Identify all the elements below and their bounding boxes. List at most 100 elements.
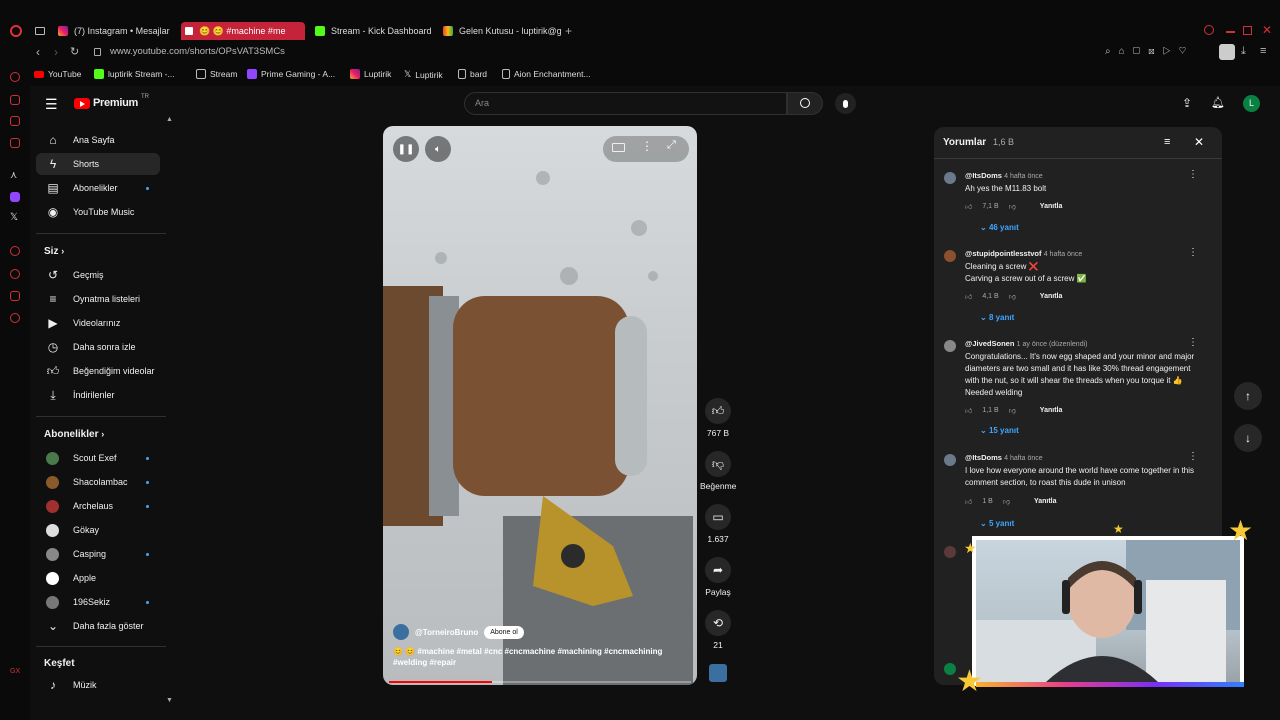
more-options-icon[interactable]: ⋮: [641, 139, 653, 153]
comment-more-icon[interactable]: ⋮: [1188, 169, 1198, 180]
sidebar-sub-scout-exef[interactable]: Scout Exef: [36, 447, 160, 469]
bag-icon[interactable]: [10, 95, 20, 105]
reply-button[interactable]: Yanıtla: [1040, 293, 1063, 300]
bookmark-luptirik-x[interactable]: 𝕏 Luptirik: [404, 69, 443, 80]
thumbs-up-icon[interactable]: 👍︎: [965, 202, 972, 211]
close-comments-icon[interactable]: ✕: [1194, 135, 1204, 149]
thumbs-down-icon[interactable]: 👎︎: [1009, 202, 1016, 211]
tab-overview-icon[interactable]: [35, 27, 45, 35]
sidebar-scroll-down-icon[interactable]: ▼: [166, 697, 173, 704]
close-window-icon[interactable]: ✕: [1262, 23, 1272, 37]
dislike-button[interactable]: 👎︎ Beğenme: [700, 451, 736, 491]
subscribe-button[interactable]: Abone ol: [484, 625, 524, 639]
view-replies-button[interactable]: ⌄ 5 yanıt: [980, 519, 1014, 528]
comment-avatar[interactable]: [944, 172, 956, 184]
channel-name[interactable]: @TorneiroBruno: [415, 628, 478, 637]
shorts-video-player[interactable]: ❚❚ 🔈︎ ⋮ ⤢ @TorneiroBruno Abone ol 😊 😊 #m…: [383, 126, 697, 685]
voice-search-button[interactable]: [835, 93, 856, 114]
view-replies-button[interactable]: ⌄ 15 yanıt: [980, 426, 1019, 435]
sidebar-sub-archelaus[interactable]: Archelaus: [36, 495, 160, 517]
comment-more-icon[interactable]: ⋮: [1188, 451, 1198, 462]
thumbs-down-icon[interactable]: 👎︎: [1009, 292, 1016, 301]
reply-button[interactable]: Yanıtla: [1040, 407, 1063, 414]
sidebar-item-youtube-music[interactable]: ◉ YouTube Music: [36, 201, 160, 223]
captions-icon[interactable]: [612, 143, 625, 152]
sort-icon[interactable]: ≡: [1164, 136, 1170, 148]
hamburger-menu-icon[interactable]: ☰: [45, 96, 58, 113]
previous-short-button[interactable]: ↑: [1234, 382, 1262, 410]
sidebar-scroll-up-icon[interactable]: ▲: [166, 116, 173, 123]
view-replies-button[interactable]: ⌄ 8 yanıt: [980, 313, 1014, 322]
comment-user[interactable]: @stupidpointlesstvof: [965, 249, 1041, 258]
section-subscriptions-title[interactable]: Abonelikler ›: [44, 429, 104, 440]
forward-icon[interactable]: ›: [54, 45, 58, 59]
comment-user[interactable]: @ItsDoms: [965, 453, 1002, 462]
sidebar-item-watch-later[interactable]: ◷ Daha sonra izle: [36, 336, 160, 358]
bookmark-luptirik-instagram[interactable]: Luptirik: [350, 69, 391, 79]
pause-button[interactable]: ❚❚: [393, 136, 419, 162]
extensions-icon[interactable]: [10, 291, 20, 301]
reload-icon[interactable]: ↻: [70, 45, 79, 58]
remix-button[interactable]: ⟲ 21: [700, 610, 736, 650]
minimize-icon[interactable]: [1226, 31, 1235, 33]
menu-icon[interactable]: ≡: [1260, 45, 1266, 57]
sidebar-item-music[interactable]: ♪ Müzik: [36, 674, 160, 696]
comment-more-icon[interactable]: ⋮: [1188, 337, 1198, 348]
settings-side-icon[interactable]: [10, 313, 20, 323]
comment-more-icon[interactable]: ⋮: [1188, 247, 1198, 258]
comment-user[interactable]: @ItsDoms: [965, 171, 1002, 180]
chat-icon[interactable]: [10, 116, 20, 126]
sidebar-item-liked-videos[interactable]: 👍︎ Beğendiğim videolar: [36, 360, 160, 382]
messenger-icon[interactable]: [10, 138, 20, 148]
volume-button[interactable]: 🔈︎: [425, 136, 451, 162]
back-icon[interactable]: ‹: [36, 45, 40, 59]
thumbs-down-icon[interactable]: 👎︎: [1009, 406, 1016, 415]
sidebar-sub-casping[interactable]: Casping: [36, 543, 160, 565]
search-button[interactable]: [787, 92, 823, 115]
toolbar-icons[interactable]: ⌕⌂▢⊠▷♡: [1105, 46, 1194, 57]
sidebar-item-shorts[interactable]: ϟ Shorts: [36, 153, 160, 175]
search-input[interactable]: Ara: [464, 92, 787, 115]
bookmark-luptirik-stream[interactable]: luptirik Stream -...: [94, 69, 175, 79]
share-button[interactable]: ➦ Paylaş: [700, 557, 736, 597]
sidebar-item-home[interactable]: ⌂ Ana Sayfa: [36, 129, 160, 151]
sidebar-sub-gokay[interactable]: Gökay: [36, 519, 160, 541]
sidebar-item-playlists[interactable]: ≡ Oynatma listeleri: [36, 288, 160, 310]
x-side-icon[interactable]: 𝕏: [10, 212, 18, 223]
reply-button[interactable]: Yanıtla: [1040, 203, 1063, 210]
bookmark-stream[interactable]: Stream: [196, 69, 237, 79]
tab-gmail[interactable]: Gelen Kutusu - luptirik@g: [439, 22, 561, 40]
account-avatar[interactable]: L: [1243, 95, 1260, 112]
bookmark-youtube[interactable]: YouTube: [34, 69, 81, 79]
sidebar-sub-shacolambac[interactable]: Shacolambac: [36, 471, 160, 493]
sidebar-sub-196sekiz[interactable]: 196Sekiz: [36, 591, 160, 613]
section-you-title[interactable]: Siz ›: [44, 246, 64, 257]
aria-icon[interactable]: [10, 72, 20, 82]
notifications-bell-icon[interactable]: 🔔︎: [1211, 96, 1225, 109]
audio-icon[interactable]: [185, 27, 193, 35]
opera-logo-icon[interactable]: [10, 25, 22, 37]
youtube-logo[interactable]: Premium TR: [74, 94, 149, 109]
url-text[interactable]: www.youtube.com/shorts/OPsVAT3SMCs: [110, 46, 285, 57]
view-replies-button[interactable]: ⌄ 46 yanıt: [980, 223, 1019, 232]
next-short-button[interactable]: ↓: [1234, 424, 1262, 452]
twitch-icon[interactable]: [10, 192, 20, 202]
bookmark-bard[interactable]: bard: [458, 69, 487, 79]
tab-instagram[interactable]: (7) Instagram • Mesajlar: [54, 22, 176, 40]
gx-icon[interactable]: GX: [10, 668, 20, 675]
comment-avatar[interactable]: [944, 546, 956, 558]
progress-track[interactable]: [389, 681, 691, 683]
sidebar-item-subscriptions[interactable]: ▤ Abonelikler: [36, 177, 160, 199]
profile-avatar[interactable]: [1219, 44, 1235, 60]
thumbs-up-icon[interactable]: 👍︎: [965, 292, 972, 301]
kick-side-icon[interactable]: ⋏: [10, 170, 17, 181]
comment-avatar[interactable]: [944, 340, 956, 352]
tab-youtube-shorts[interactable]: 😊 😊 #machine #me: [181, 22, 305, 40]
fullscreen-icon[interactable]: ⤢: [667, 139, 676, 152]
history-side-icon[interactable]: [10, 269, 20, 279]
new-tab-button[interactable]: +: [565, 24, 572, 38]
tab-kick-dashboard[interactable]: Stream - Kick Dashboard: [311, 22, 433, 40]
bookmark-aion[interactable]: Aion Enchantment...: [502, 69, 591, 79]
like-button[interactable]: 👍︎ 767 B: [700, 398, 736, 438]
video-caption[interactable]: 😊 😊 #machine #metal #cnc #cncmachine #ma…: [393, 646, 683, 668]
